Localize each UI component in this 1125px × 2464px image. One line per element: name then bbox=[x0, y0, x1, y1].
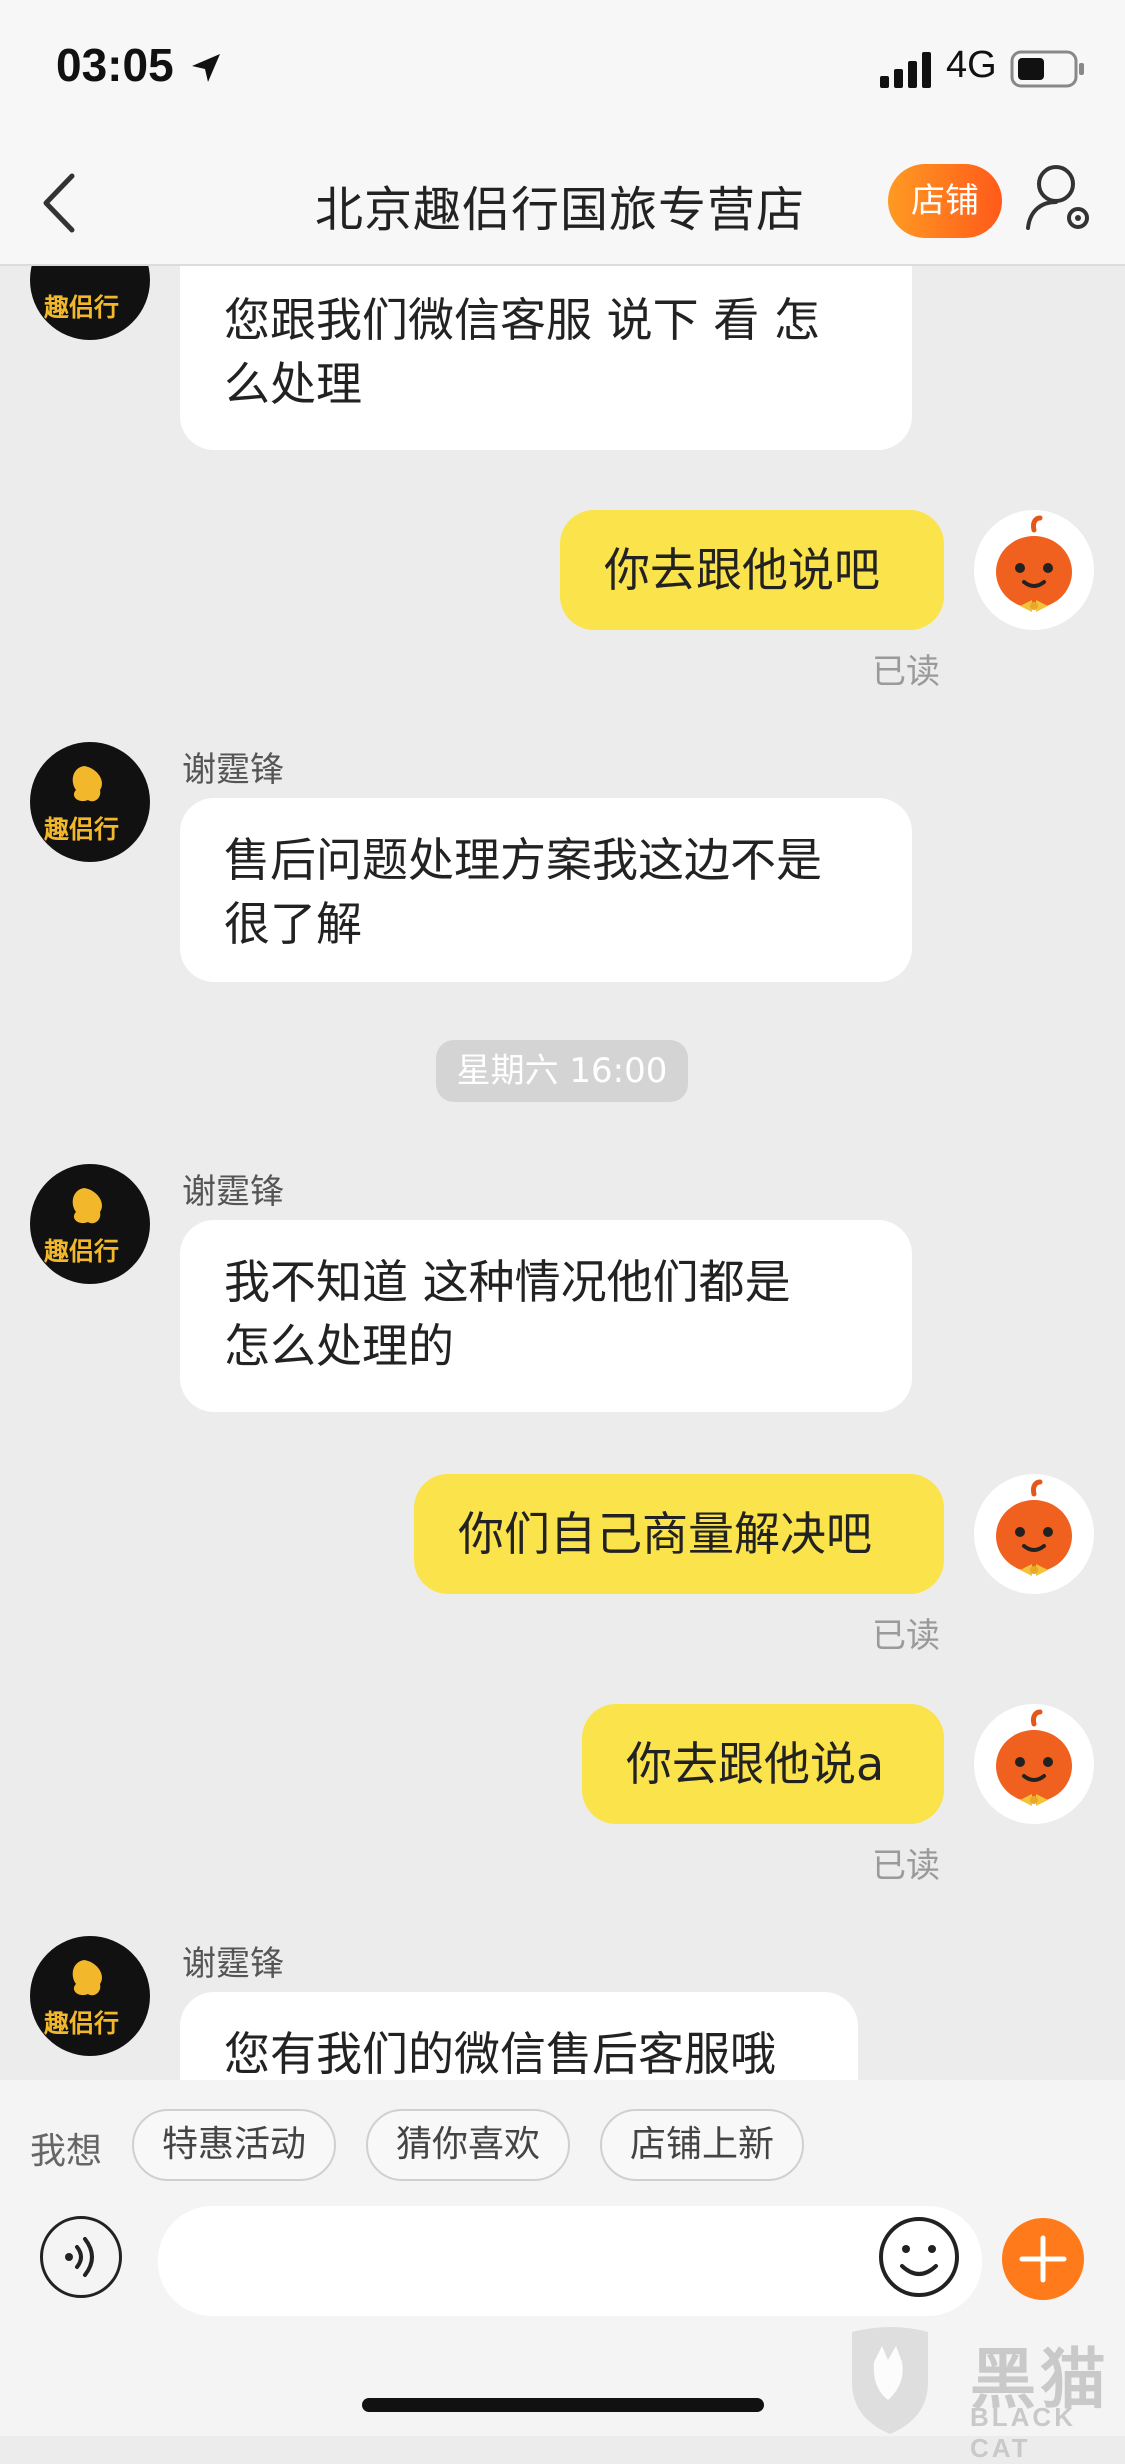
message-bubble[interactable]: 您有我们的微信售后客服哦 bbox=[180, 1992, 858, 2080]
shop-avatar[interactable]: 趣侣行 bbox=[30, 742, 150, 862]
message-text: 你去跟他说吧 bbox=[604, 543, 880, 597]
suggestion-label: 我想 bbox=[30, 2131, 103, 2172]
my-avatar[interactable] bbox=[974, 1704, 1094, 1824]
page-title: 北京趣侣行国旅专营店 bbox=[314, 182, 805, 238]
status-time: 03:05 bbox=[56, 39, 174, 91]
status-bar: 03:05 4G bbox=[0, 0, 1125, 140]
message-bubble[interactable]: 我不知道 这种情况他们都是 怎么处理的 bbox=[180, 1220, 912, 1412]
my-avatar[interactable] bbox=[974, 1474, 1094, 1594]
watermark-subtext: BLACK CAT bbox=[970, 2402, 1076, 2463]
message-line: 您跟我们微信客服 说下 看 怎 bbox=[224, 293, 820, 347]
shop-logo-text: 趣侣行 bbox=[44, 1237, 120, 1266]
message-bubble[interactable]: 售后问题处理方案我这边不是 很了解 bbox=[180, 798, 912, 982]
voice-button[interactable] bbox=[40, 2216, 122, 2298]
user-settings-icon[interactable] bbox=[1024, 162, 1096, 238]
home-indicator bbox=[362, 2398, 764, 2412]
chip-special-offers[interactable]: 特惠活动 bbox=[132, 2109, 336, 2181]
network-type: 4G bbox=[946, 44, 997, 86]
time-separator: 星期六 16:00 bbox=[436, 1040, 688, 1102]
shop-logo-text: 趣侣行 bbox=[44, 815, 120, 844]
read-status: 已读 bbox=[872, 1616, 940, 1656]
message-input[interactable] bbox=[158, 2206, 982, 2316]
sender-name: 谢霆锋 bbox=[182, 1944, 284, 1984]
pumpkin-avatar-icon bbox=[976, 1476, 1092, 1592]
message-line: 我不知道 这种情况他们都是 bbox=[224, 1255, 791, 1309]
my-message-bubble[interactable]: 你去跟他说a bbox=[582, 1704, 944, 1824]
sender-name: 谢霆锋 bbox=[182, 1172, 284, 1212]
my-message-bubble[interactable]: 你去跟他说吧 bbox=[560, 510, 944, 630]
message-line: 售后问题处理方案我这边不是 bbox=[224, 833, 822, 887]
chip-new-arrivals[interactable]: 店铺上新 bbox=[600, 2109, 804, 2181]
nav-bar: 北京趣侣行国旅专营店 店铺 bbox=[0, 140, 1125, 266]
read-status: 已读 bbox=[872, 652, 940, 692]
battery-icon bbox=[1010, 50, 1084, 88]
shop-logo-icon: 趣侣行 bbox=[44, 293, 120, 322]
signal-icon bbox=[880, 52, 931, 88]
read-status: 已读 bbox=[872, 1846, 940, 1886]
plus-button[interactable] bbox=[1002, 2218, 1084, 2300]
pumpkin-avatar-icon bbox=[976, 512, 1092, 628]
emoji-icon[interactable] bbox=[878, 2216, 960, 2298]
location-arrow-icon bbox=[192, 54, 220, 82]
message-line: 您有我们的微信售后客服哦 bbox=[224, 2027, 776, 2080]
plus-icon bbox=[1019, 2235, 1067, 2283]
pumpkin-avatar-icon bbox=[976, 1706, 1092, 1822]
voice-icon bbox=[65, 2237, 94, 2277]
sender-name: 谢霆锋 bbox=[182, 750, 284, 790]
chip-guess-you-like[interactable]: 猜你喜欢 bbox=[366, 2109, 570, 2181]
shop-avatar[interactable]: 趣侣行 bbox=[30, 266, 150, 340]
message-line: 么处理 bbox=[224, 357, 362, 411]
message-line: 怎么处理的 bbox=[224, 1319, 454, 1373]
shop-logo-text: 趣侣行 bbox=[44, 2009, 120, 2038]
chat-area[interactable]: 趣侣行 您跟我们微信客服 说下 看 怎 么处理 你去跟他说吧 已读 趣侣行 谢霆… bbox=[0, 266, 1125, 2080]
message-text: 你们自己商量解决吧 bbox=[458, 1507, 872, 1561]
message-bubble[interactable]: 您跟我们微信客服 说下 看 怎 么处理 bbox=[180, 266, 912, 450]
message-line: 很了解 bbox=[224, 897, 362, 951]
my-message-bubble[interactable]: 你们自己商量解决吧 bbox=[414, 1474, 944, 1594]
my-avatar[interactable] bbox=[974, 510, 1094, 630]
message-text: 你去跟他说a bbox=[626, 1737, 885, 1791]
shop-avatar[interactable]: 趣侣行 bbox=[30, 1164, 150, 1284]
back-chevron-icon[interactable] bbox=[36, 170, 96, 236]
shop-avatar[interactable]: 趣侣行 bbox=[30, 1936, 150, 2056]
suggestion-bar: 我想 特惠活动 猜你喜欢 店铺上新 bbox=[0, 2080, 1125, 2210]
shop-button[interactable]: 店铺 bbox=[888, 164, 1002, 238]
